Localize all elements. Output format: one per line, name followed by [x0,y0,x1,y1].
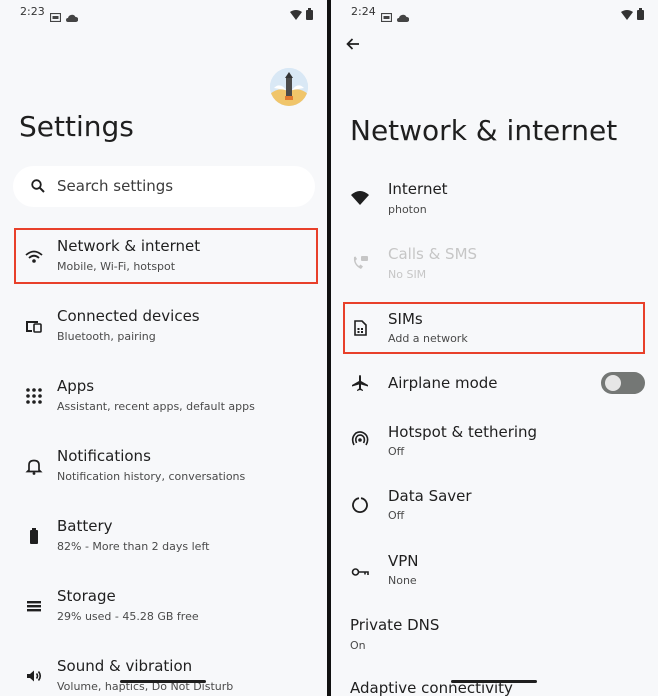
item-subtitle: None [388,574,417,587]
item-subtitle: Bluetooth, pairing [57,330,156,343]
wifi-filled-icon [350,188,370,208]
wifi-status-icon [290,5,302,24]
item-subtitle: No SIM [388,268,427,281]
network-internet-screen: 2:24 Network & internet Internet photon … [331,0,658,696]
speaker-icon [24,666,44,686]
item-subtitle: Assistant, recent apps, default apps [57,400,255,413]
network-item-sims[interactable]: SIMs Add a network [331,298,658,358]
settings-item-battery[interactable]: Battery 82% - More than 2 days left [0,506,327,566]
settings-screen: 2:23 Settings Search settings Network & … [0,0,327,696]
cloud-icon [66,7,79,26]
item-title: Data Saver [388,487,472,505]
item-title: Airplane mode [388,374,498,392]
hotspot-icon [350,428,370,448]
storage-icon [24,596,44,616]
airplane-icon [350,373,370,393]
item-title: Network & internet [57,237,201,255]
back-arrow-icon[interactable] [345,36,361,56]
item-subtitle: 82% - More than 2 days left [57,540,210,553]
network-item-data-saver[interactable]: Data Saver Off [331,475,658,535]
item-title: Sound & vibration [57,657,193,675]
status-bar: 2:24 [331,0,658,26]
settings-item-sound[interactable]: Sound & vibration Volume, haptics, Do No… [0,646,327,696]
item-title: VPN [388,552,419,570]
airplane-mode-toggle[interactable] [601,372,645,394]
sim-card-icon [350,318,370,338]
battery-status-icon [306,5,313,24]
bell-icon [24,456,44,476]
item-subtitle: photon [388,203,427,216]
wifi-status-icon [621,5,633,24]
page-title: Settings [19,110,134,143]
item-title: Connected devices [57,307,200,325]
status-time: 2:24 [351,5,376,18]
item-subtitle: Add a network [388,332,468,345]
item-title: SIMs [388,310,423,328]
network-item-vpn[interactable]: VPN None [331,540,658,600]
item-title: Hotspot & tethering [388,423,538,441]
toggle-knob [605,375,621,391]
vpn-key-icon [350,560,370,580]
network-item-internet[interactable]: Internet photon [331,168,658,228]
network-item-hotspot[interactable]: Hotspot & tethering Off [331,408,658,468]
item-subtitle: Mobile, Wi-Fi, hotspot [57,260,176,273]
item-subtitle: Notification history, conversations [57,470,246,483]
devices-icon [24,316,44,336]
settings-item-network[interactable]: Network & internet Mobile, Wi-Fi, hotspo… [0,226,327,286]
account-avatar[interactable] [270,68,308,106]
item-title: Notifications [57,447,151,465]
screenshot-stage: 2:23 Settings Search settings Network & … [0,0,658,696]
settings-item-apps[interactable]: Apps Assistant, recent apps, default app… [0,366,327,426]
item-title: Battery [57,517,113,535]
search-icon [31,178,45,197]
calls-sms-icon [350,253,370,273]
network-item-calls-sms: Calls & SMS No SIM [331,233,658,293]
wifi-icon [24,246,44,266]
cloud-icon [397,7,410,26]
item-title: Calls & SMS [388,245,478,263]
item-title: Storage [57,587,116,605]
battery-status-icon [637,5,644,24]
page-title: Network & internet [350,114,618,147]
item-subtitle: 29% used - 45.28 GB free [57,610,199,623]
item-title: Internet [388,180,448,198]
gallery-notification-icon [49,7,62,26]
item-subtitle: On [350,639,366,652]
data-saver-icon [350,495,370,515]
item-title: Private DNS [350,616,440,634]
settings-item-connected-devices[interactable]: Connected devices Bluetooth, pairing [0,296,327,356]
item-subtitle: Off [388,445,405,458]
network-item-private-dns[interactable]: Private DNS On [331,605,658,665]
apps-grid-icon [24,386,44,406]
status-time: 2:23 [20,5,45,18]
settings-item-storage[interactable]: Storage 29% used - 45.28 GB free [0,576,327,636]
settings-item-notifications[interactable]: Notifications Notification history, conv… [0,436,327,496]
search-bar[interactable]: Search settings [13,166,315,207]
search-placeholder: Search settings [57,177,174,195]
home-indicator[interactable] [120,680,206,683]
gallery-notification-icon [380,7,393,26]
item-title: Apps [57,377,95,395]
home-indicator[interactable] [451,680,537,683]
item-subtitle: Off [388,509,405,522]
battery-icon [24,526,44,546]
status-bar: 2:23 [0,0,327,26]
